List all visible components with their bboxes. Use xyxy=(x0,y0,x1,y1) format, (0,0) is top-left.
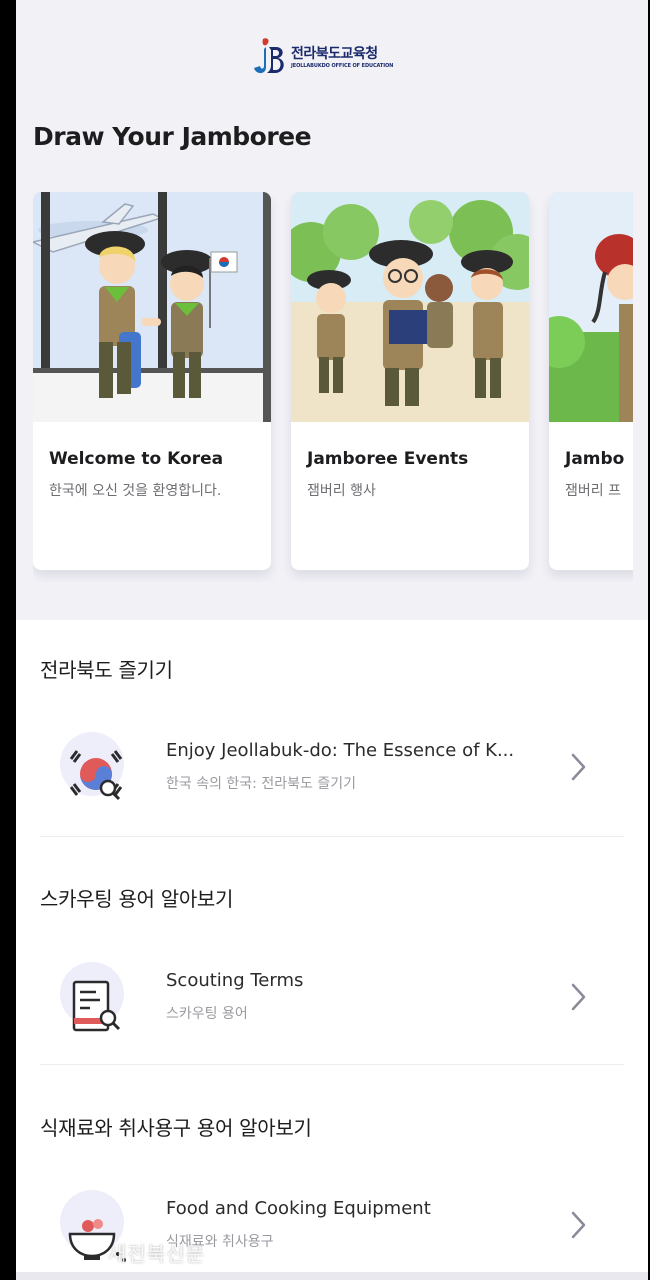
divider xyxy=(40,836,624,837)
list-item-scouting-terms[interactable]: Scouting Terms 스카우팅 용어 xyxy=(40,950,624,1060)
card-welcome-to-korea[interactable]: Welcome to Korea 한국에 오신 것을 환영합니다. xyxy=(33,192,271,570)
logo-icon xyxy=(254,38,284,74)
featured-section: 전라북도교육청 JEOLLABUKDO OFFICE OF EDUCATION … xyxy=(16,0,648,620)
logo: 전라북도교육청 JEOLLABUKDO OFFICE OF EDUCATION xyxy=(252,36,422,80)
logo-english-text: JEOLLABUKDO OFFICE OF EDUCATION xyxy=(291,63,394,69)
list-item-subtitle: 한국 속의 한국: 전라북도 즐기기 xyxy=(166,776,356,792)
watermark: 새전북신문 xyxy=(108,1242,205,1266)
app-screen: 전라북도교육청 JEOLLABUKDO OFFICE OF EDUCATION … xyxy=(16,0,648,1280)
section-title-enjoy-jeollabuk-do: 전라북도 즐기기 xyxy=(40,658,173,682)
list-item-title: Scouting Terms xyxy=(166,970,304,991)
book-search-icon xyxy=(60,962,124,1032)
card-image xyxy=(549,192,633,422)
divider xyxy=(40,1064,624,1065)
logo-korean-text: 전라북도교육청 xyxy=(291,46,378,62)
chevron-right-icon xyxy=(571,753,586,781)
card-subtitle: 한국에 오신 것을 환영합니다. xyxy=(49,483,222,499)
card-image xyxy=(33,192,271,422)
card-carousel[interactable]: Welcome to Korea 한국에 오신 것을 환영합니다. Jambor… xyxy=(33,192,633,582)
chevron-right-icon xyxy=(571,983,586,1011)
list-item-subtitle: 스카우팅 용어 xyxy=(166,1006,248,1022)
list-item-title: Enjoy Jeollabuk-do: The Essence of K... xyxy=(166,740,515,761)
card-image xyxy=(291,192,529,422)
card-subtitle: 잼버리 행사 xyxy=(307,483,376,499)
page-title: Draw Your Jamboree xyxy=(33,122,312,151)
card-title: Jambo xyxy=(565,449,625,469)
card-jamboree-partial[interactable]: Jambo 잼버리 프 xyxy=(549,192,633,570)
chevron-right-icon xyxy=(571,1211,586,1239)
card-subtitle: 잼버리 프 xyxy=(565,483,621,499)
card-jamboree-events[interactable]: Jamboree Events 잼버리 행사 xyxy=(291,192,529,570)
list-item-title: Food and Cooking Equipment xyxy=(166,1198,431,1219)
card-title: Welcome to Korea xyxy=(49,449,224,469)
bottom-strip xyxy=(16,1272,648,1280)
taegeuk-search-icon xyxy=(60,732,124,801)
section-title-scouting-terms: 스카우팅 용어 알아보기 xyxy=(40,887,234,911)
section-title-food-cooking: 식재료와 취사용구 용어 알아보기 xyxy=(40,1116,312,1140)
card-title: Jamboree Events xyxy=(307,449,469,469)
list-item-enjoy-jeollabuk-do[interactable]: Enjoy Jeollabuk-do: The Essence of K... … xyxy=(40,720,624,830)
